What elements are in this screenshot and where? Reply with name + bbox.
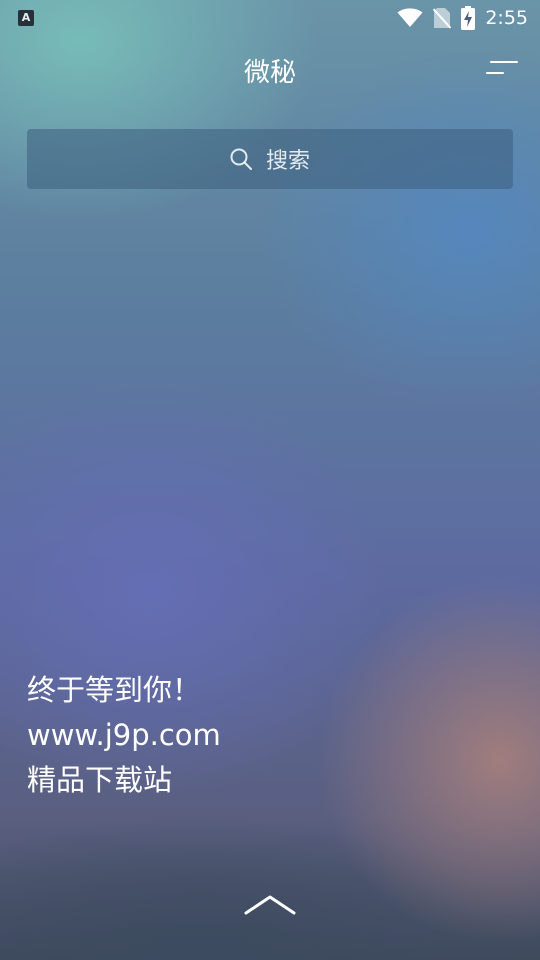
menu-button[interactable] (486, 58, 518, 80)
status-bar: A 2:55 (0, 0, 540, 36)
menu-icon-line-top (490, 61, 518, 63)
status-clock: 2:55 (485, 7, 528, 29)
wifi-icon (397, 8, 423, 27)
menu-icon-line-bottom (486, 72, 504, 74)
notification-app-icon: A (18, 10, 34, 26)
promo-text: 终于等到你！ www.j9p.com 精品下载站 (27, 668, 221, 803)
page-title: 微秘 (243, 58, 296, 88)
promo-line-1: 终于等到你！ (27, 673, 202, 707)
search-input[interactable]: 搜索 (27, 129, 513, 189)
search-placeholder: 搜索 (265, 149, 310, 174)
promo-line-2: www.j9p.com (27, 718, 221, 752)
battery-charging-icon (461, 6, 476, 30)
chevron-up-icon[interactable] (244, 893, 296, 917)
no-sim-icon (433, 8, 452, 29)
promo-line-3: 精品下载站 (27, 763, 173, 797)
search-icon (230, 148, 252, 170)
status-icons: 2:55 (397, 6, 528, 30)
